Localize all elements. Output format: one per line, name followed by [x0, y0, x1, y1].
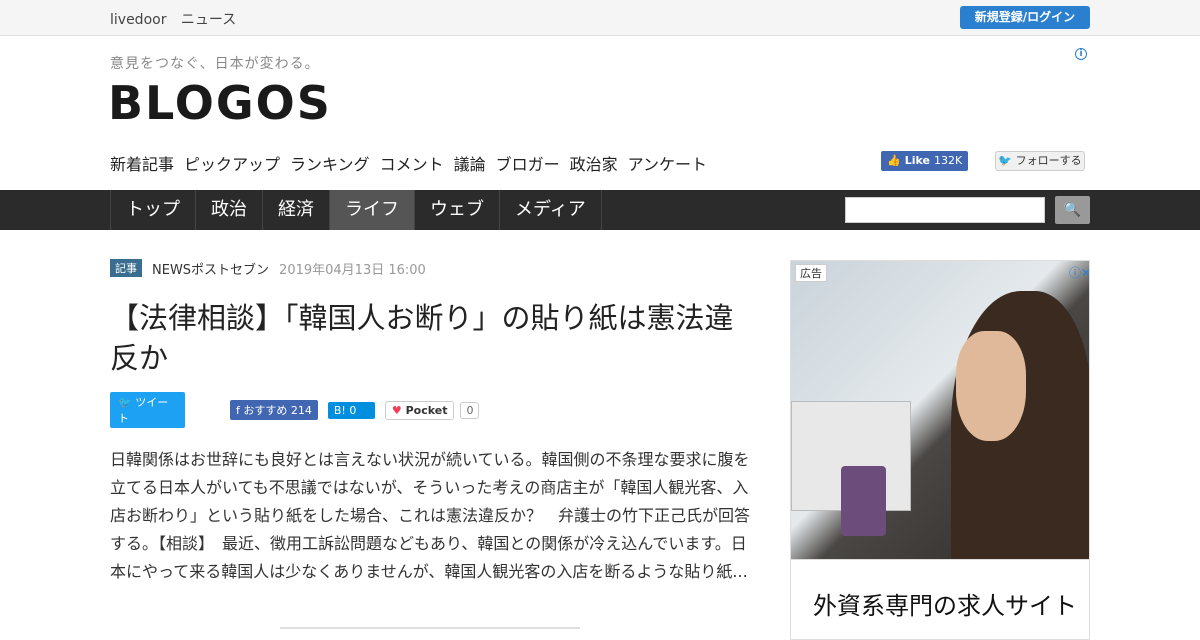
ad-info-icon[interactable]: ⓘ✕: [1069, 264, 1089, 281]
tab-life[interactable]: ライフ: [330, 190, 415, 230]
pocket-count: 0: [460, 401, 480, 419]
category-badge: 記事: [110, 259, 142, 277]
facebook-like-button[interactable]: 👍 Like 132K: [881, 151, 969, 171]
share-buttons: 🐦 ツイート f おすすめ 214 B! 0 ♥ Pocket 0: [110, 392, 750, 428]
search-input[interactable]: [845, 197, 1045, 223]
brand-section[interactable]: ニュース: [181, 12, 236, 28]
tab-media[interactable]: メディア: [500, 190, 602, 230]
sidebar-ad-image[interactable]: 広告 ⓘ✕: [790, 260, 1090, 560]
article-source[interactable]: NEWSポストセブン: [152, 259, 269, 278]
main-navigation: トップ 政治 経済 ライフ ウェブ メディア 🔍: [0, 190, 1200, 230]
tab-web[interactable]: ウェブ: [415, 190, 500, 230]
ad-headline[interactable]: 外資系専門の求人サイト: [813, 586, 1077, 621]
hatena-count: 0: [349, 403, 357, 417]
signup-login-button[interactable]: 新規登録/ログイン: [960, 6, 1090, 29]
subnav-item-blogger[interactable]: ブロガー: [496, 151, 560, 175]
cup-shape: [841, 466, 886, 536]
subnav-item-pickup[interactable]: ピックアップ: [184, 151, 280, 175]
subnav-item-politician[interactable]: 政治家: [570, 151, 618, 175]
hatena-bookmark-button[interactable]: B! 0: [327, 401, 375, 419]
pocket-icon: ♥: [391, 403, 402, 417]
fb-like-count: 132K: [933, 154, 963, 167]
livedoor-brand[interactable]: livedoor ニュース: [110, 9, 246, 29]
twitter-bird-icon: 🐦: [998, 154, 1013, 167]
site-logo[interactable]: BLOGOS: [108, 76, 332, 130]
subnav-item-survey[interactable]: アンケート: [628, 151, 707, 175]
article-excerpt: 日韓関係はお世辞にも良好とは言えない状況が続いている。韓国側の不条理な要求に腹を…: [110, 450, 751, 581]
site-header: 意見をつなぐ、日本が変わる。 BLOGOS i 新着記事 ピックアップ ランキン…: [0, 36, 1200, 190]
hatena-icon: B!: [333, 403, 346, 417]
article-date: 2019年04月13日 16:00: [279, 262, 426, 278]
tab-politics[interactable]: 政治: [196, 190, 263, 230]
tab-economy[interactable]: 経済: [263, 190, 330, 230]
subnav-item-ranking[interactable]: ランキング: [290, 151, 370, 175]
ad-label: 広告: [795, 264, 827, 282]
facebook-icon: f: [236, 404, 240, 417]
search-icon: 🔍: [1063, 202, 1082, 218]
article-meta: 記事 NEWSポストセブン 2019年04月13日 16:00: [110, 258, 750, 278]
subnav-item-new[interactable]: 新着記事: [110, 151, 174, 175]
brand-name[interactable]: livedoor: [110, 12, 166, 28]
twitter-bird-icon: 🐦: [118, 396, 132, 409]
pocket-button[interactable]: ♥ Pocket: [384, 400, 455, 420]
pocket-label: Pocket: [405, 403, 448, 417]
site-tagline: 意見をつなぐ、日本が変わる。: [110, 56, 320, 72]
facebook-share-button[interactable]: f おすすめ 214: [230, 400, 318, 420]
tweet-button[interactable]: 🐦 ツイート: [110, 392, 185, 428]
content-divider: [280, 627, 580, 633]
sub-navigation: 新着記事 ピックアップ ランキング コメント 議論 ブロガー 政治家 アンケート: [110, 151, 707, 175]
thumbs-up-icon: 👍: [887, 154, 901, 167]
twitter-follow-button[interactable]: 🐦 フォローする: [995, 151, 1085, 171]
tab-top[interactable]: トップ: [110, 190, 196, 230]
sidebar-ad-card[interactable]: 外資系専門の求人サイト: [790, 560, 1090, 640]
subnav-item-debate[interactable]: 議論: [454, 151, 486, 175]
subnav-item-comment[interactable]: コメント: [380, 151, 444, 175]
twitter-follow-label: フォローする: [1015, 154, 1082, 167]
search-button[interactable]: 🔍: [1055, 196, 1090, 224]
fb-share-count: 214: [290, 404, 312, 417]
fb-like-label: Like: [904, 154, 930, 167]
article-title: 【法律相談】「韓国人お断り」の貼り紙は憲法違反か: [110, 301, 734, 375]
fb-share-label: おすすめ: [243, 404, 288, 417]
top-bar: livedoor ニュース 新規登録/ログイン: [0, 0, 1200, 36]
article: 記事 NEWSポストセブン 2019年04月13日 16:00 【法律相談】「韓…: [110, 258, 750, 586]
info-icon[interactable]: i: [1075, 48, 1087, 60]
person-face-shape: [956, 331, 1026, 441]
